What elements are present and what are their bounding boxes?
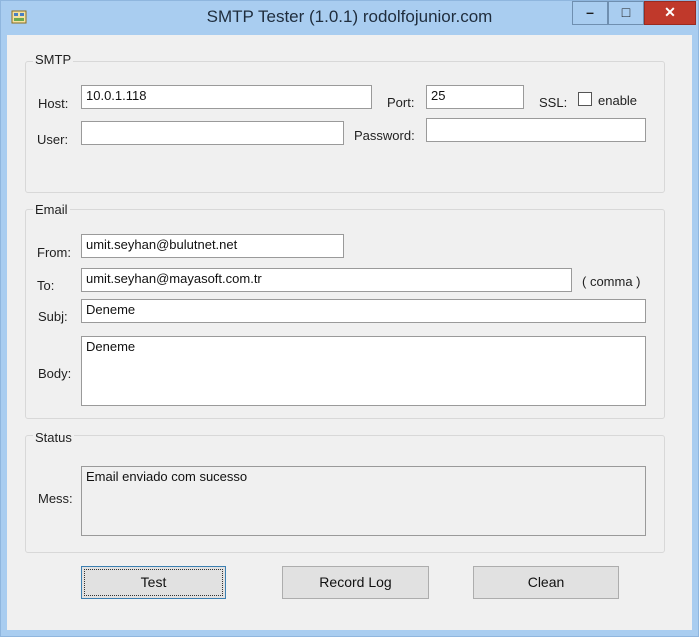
user-input[interactable] xyxy=(81,121,344,145)
body-label: Body: xyxy=(38,366,72,381)
port-input[interactable]: 25 xyxy=(426,85,524,109)
minimize-button[interactable]: – xyxy=(572,1,608,25)
host-label: Host: xyxy=(38,96,69,111)
host-input[interactable]: 10.0.1.118 xyxy=(81,85,372,109)
to-comma-hint: ( comma ) xyxy=(582,274,641,289)
close-icon: ✕ xyxy=(664,4,676,20)
from-label: From: xyxy=(37,245,71,260)
mess-label: Mess: xyxy=(38,491,73,506)
title-bar[interactable]: SMTP Tester (1.0.1) rodolfojunior.com – … xyxy=(1,1,698,35)
smtp-legend: SMTP xyxy=(33,52,74,67)
maximize-icon: □ xyxy=(621,4,631,20)
body-textarea[interactable]: Deneme xyxy=(81,336,646,406)
maximize-button[interactable]: □ xyxy=(608,1,644,25)
record-log-button[interactable]: Record Log xyxy=(282,566,429,599)
ssl-enable-label[interactable]: enable xyxy=(598,93,637,108)
port-label: Port: xyxy=(387,95,415,110)
test-button[interactable]: Test xyxy=(81,566,226,599)
password-label: Password: xyxy=(354,128,415,143)
to-label: To: xyxy=(37,278,55,293)
password-input[interactable] xyxy=(426,118,646,142)
user-label: User: xyxy=(37,132,69,147)
status-legend: Status xyxy=(33,430,74,445)
message-output[interactable]: Email enviado com sucesso xyxy=(81,466,646,536)
form-client-area: SMTP Host: 10.0.1.118 Port: 25 SSL: enab… xyxy=(7,35,692,630)
email-legend: Email xyxy=(33,202,70,217)
clean-button[interactable]: Clean xyxy=(473,566,619,599)
to-input[interactable]: umit.seyhan@mayasoft.com.tr xyxy=(81,268,572,292)
ssl-checkbox[interactable] xyxy=(578,92,592,106)
app-window: SMTP Tester (1.0.1) rodolfojunior.com – … xyxy=(0,0,699,637)
close-button[interactable]: ✕ xyxy=(644,1,696,25)
subj-label: Subj: xyxy=(38,309,68,324)
subject-input[interactable]: Deneme xyxy=(81,299,646,323)
ssl-label: SSL: xyxy=(539,95,568,110)
minimize-icon: – xyxy=(586,4,594,20)
from-input[interactable]: umit.seyhan@bulutnet.net xyxy=(81,234,344,258)
